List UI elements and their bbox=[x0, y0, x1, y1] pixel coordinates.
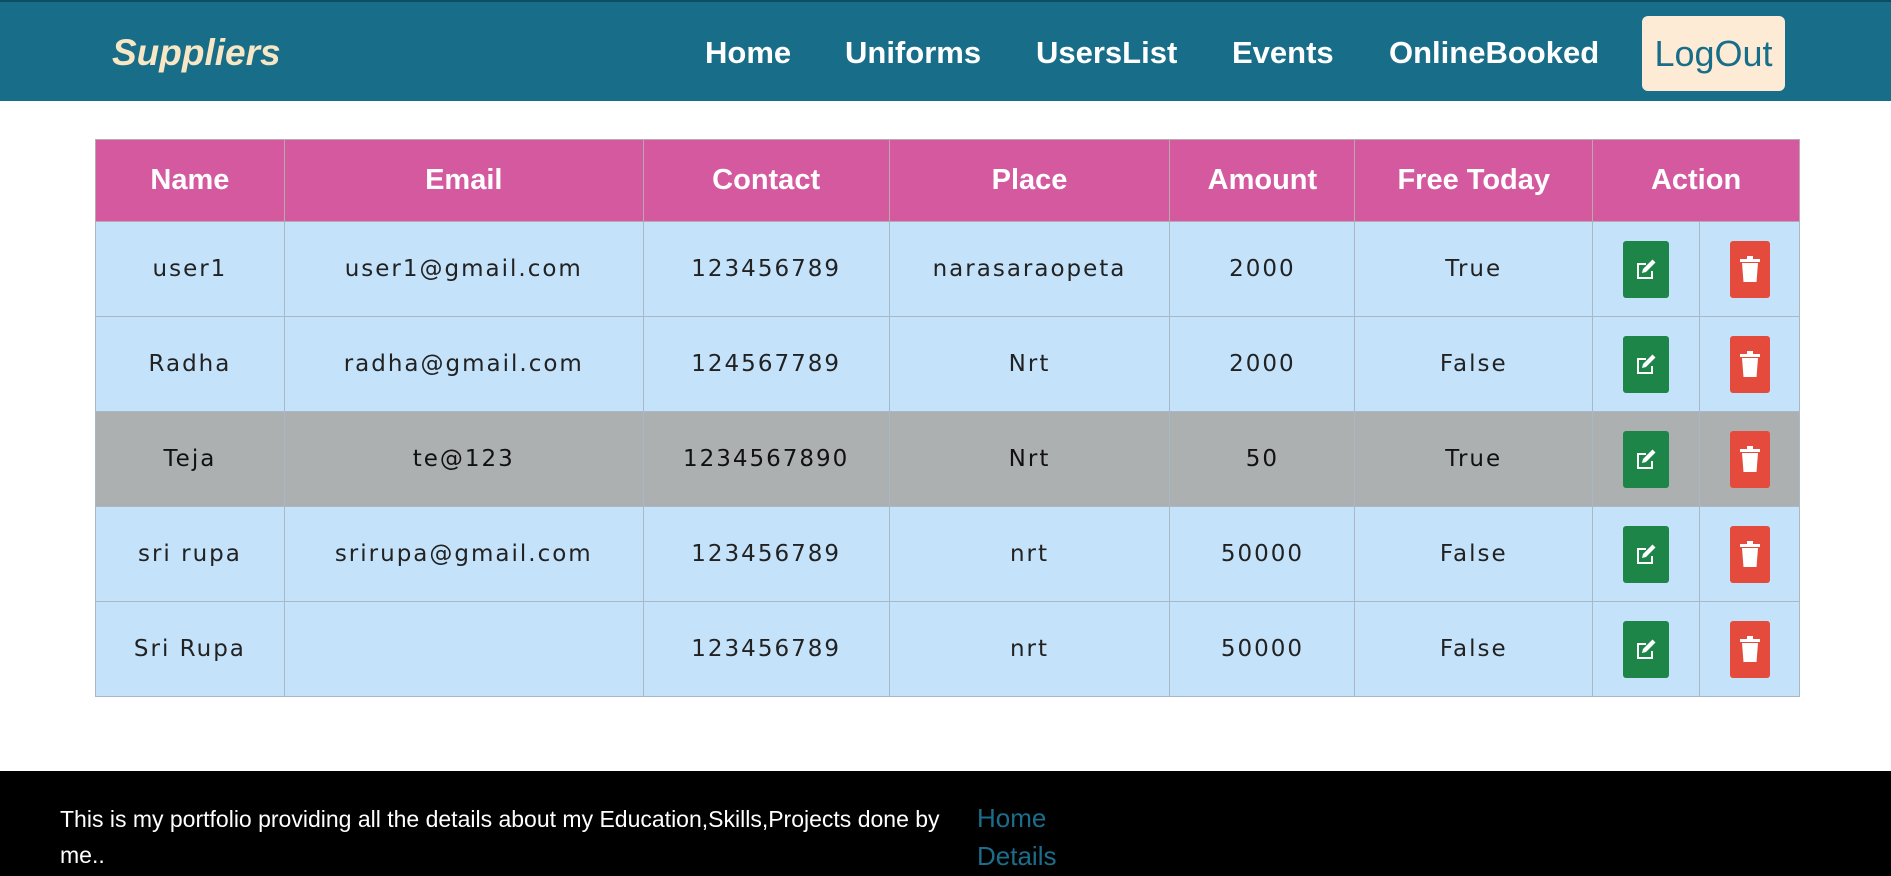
nav-link-events[interactable]: Events bbox=[1232, 35, 1334, 71]
table-header-row: Name Email Contact Place Amount Free Tod… bbox=[95, 139, 1800, 222]
cell-contact: 123456789 bbox=[642, 601, 890, 697]
edit-button[interactable] bbox=[1623, 335, 1670, 393]
cell-edit bbox=[1592, 411, 1701, 507]
delete-button[interactable] bbox=[1729, 525, 1770, 583]
cell-contact: 1234567890 bbox=[642, 411, 890, 507]
nav-link-home[interactable]: Home bbox=[705, 35, 791, 71]
cell-edit bbox=[1592, 316, 1701, 412]
cell-email: te@123 bbox=[283, 411, 644, 507]
cell-delete bbox=[1699, 506, 1800, 602]
brand-title[interactable]: Suppliers bbox=[112, 32, 281, 74]
delete-button[interactable] bbox=[1729, 335, 1770, 393]
table-row: user1 user1@gmail.com 123456789 narasaraope… bbox=[95, 221, 1800, 317]
cell-name: Radha bbox=[95, 316, 285, 412]
edit-button[interactable] bbox=[1623, 525, 1670, 583]
header-contact: Contact bbox=[642, 139, 890, 222]
table-row: Radha radha@gmail.com 124567789 Nrt 2000 Fals… bbox=[95, 316, 1800, 412]
delete-button[interactable] bbox=[1729, 240, 1770, 298]
cell-contact: 123456789 bbox=[642, 221, 890, 317]
cell-free-today: True bbox=[1354, 411, 1594, 507]
logout-button[interactable]: LogOut bbox=[1642, 16, 1785, 91]
suppliers-table: Name Email Contact Place Amount Free Tod… bbox=[95, 139, 1800, 697]
cell-edit bbox=[1592, 506, 1701, 602]
table-row: sri rupa srirupa@gmail.com 123456789 nrt 500… bbox=[95, 506, 1800, 602]
header-email: Email bbox=[283, 139, 644, 222]
cell-delete bbox=[1699, 316, 1800, 412]
nav-link-uniforms[interactable]: Uniforms bbox=[845, 35, 981, 71]
footer-link-details[interactable]: Details bbox=[977, 841, 1056, 872]
edit-button[interactable] bbox=[1623, 620, 1670, 678]
header-action: Action bbox=[1592, 139, 1800, 222]
table-row: Sri Rupa 123456789 nrt 50000 False bbox=[95, 601, 1800, 697]
cell-contact: 124567789 bbox=[642, 316, 890, 412]
cell-delete bbox=[1699, 601, 1800, 697]
cell-free-today: False bbox=[1354, 601, 1594, 697]
edit-button[interactable] bbox=[1623, 240, 1670, 298]
table-row: Teja te@123 1234567890 Nrt 50 True bbox=[95, 411, 1800, 507]
footer-description: This is my portfolio providing all the d… bbox=[60, 806, 940, 868]
header-free-today: Free Today bbox=[1354, 139, 1594, 222]
footer: This is my portfolio providing all the d… bbox=[0, 771, 1891, 876]
cell-free-today: False bbox=[1354, 506, 1594, 602]
cell-name: sri rupa bbox=[95, 506, 285, 602]
cell-name: Sri Rupa bbox=[95, 601, 285, 697]
cell-place: Nrt bbox=[888, 411, 1171, 507]
cell-free-today: False bbox=[1354, 316, 1594, 412]
cell-place: Nrt bbox=[888, 316, 1171, 412]
cell-edit bbox=[1592, 221, 1701, 317]
delete-button[interactable] bbox=[1729, 430, 1770, 488]
header-place: Place bbox=[888, 139, 1171, 222]
nav-link-userslist[interactable]: UsersList bbox=[1036, 35, 1177, 71]
footer-link-home[interactable]: Home bbox=[977, 803, 1046, 834]
cell-name: Teja bbox=[95, 411, 285, 507]
cell-place: narasaraopeta bbox=[888, 221, 1171, 317]
cell-place: nrt bbox=[888, 506, 1171, 602]
delete-button[interactable] bbox=[1729, 620, 1770, 678]
header-name: Name bbox=[95, 139, 285, 222]
header-amount: Amount bbox=[1169, 139, 1356, 222]
cell-place: nrt bbox=[888, 601, 1171, 697]
cell-email bbox=[283, 601, 644, 697]
cell-amount: 2000 bbox=[1169, 221, 1356, 317]
cell-email: radha@gmail.com bbox=[283, 316, 644, 412]
cell-name: user1 bbox=[95, 221, 285, 317]
cell-delete bbox=[1699, 411, 1800, 507]
cell-amount: 50 bbox=[1169, 411, 1356, 507]
cell-free-today: True bbox=[1354, 221, 1594, 317]
nav-link-onlinebooked[interactable]: OnlineBooked bbox=[1389, 35, 1599, 71]
edit-button[interactable] bbox=[1623, 430, 1670, 488]
cell-edit bbox=[1592, 601, 1701, 697]
cell-amount: 2000 bbox=[1169, 316, 1356, 412]
navbar: Suppliers Home Uniforms UsersList Events… bbox=[0, 0, 1891, 101]
cell-amount: 50000 bbox=[1169, 506, 1356, 602]
cell-amount: 50000 bbox=[1169, 601, 1356, 697]
cell-contact: 123456789 bbox=[642, 506, 890, 602]
cell-email: srirupa@gmail.com bbox=[283, 506, 644, 602]
cell-delete bbox=[1699, 221, 1800, 317]
cell-email: user1@gmail.com bbox=[283, 221, 644, 317]
